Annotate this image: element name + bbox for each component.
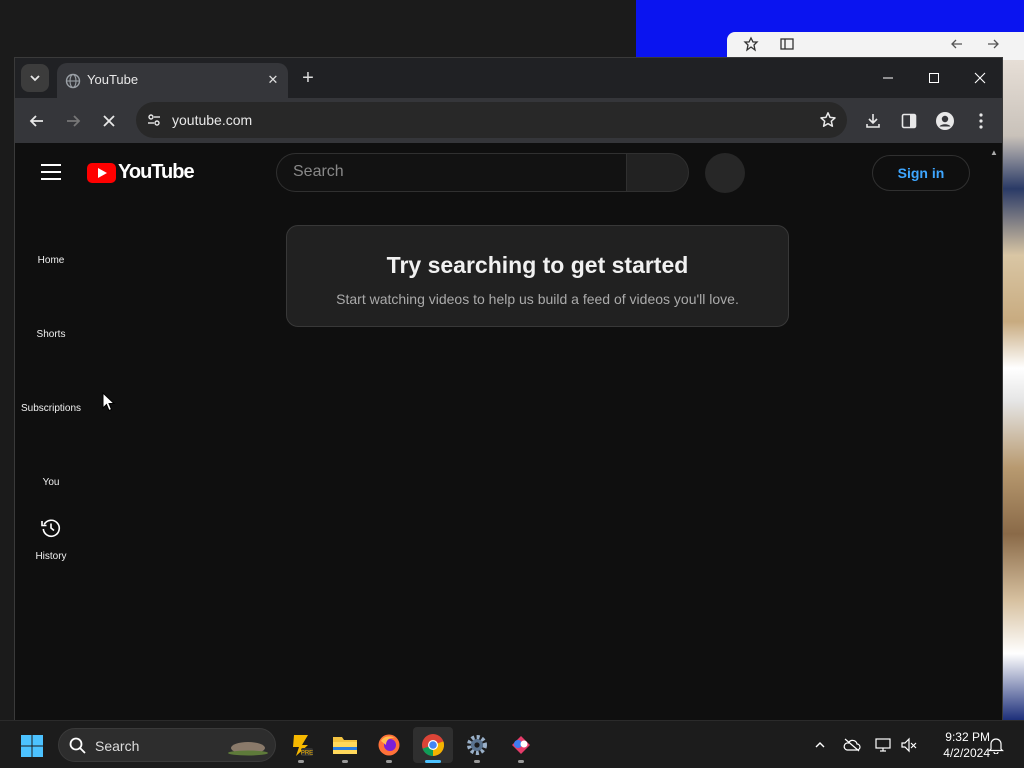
mouse-cursor-icon bbox=[102, 392, 116, 412]
taskbar-app-settings[interactable] bbox=[457, 727, 497, 763]
title-bar: YouTube ✕ + bbox=[15, 58, 1002, 98]
forward-button[interactable] bbox=[60, 108, 86, 134]
search-input[interactable] bbox=[293, 163, 613, 181]
empty-feed-prompt: Try searching to get started Start watch… bbox=[286, 225, 789, 327]
search-icon bbox=[69, 737, 86, 754]
clock[interactable]: 9:32 PM 4/2/2024 bbox=[924, 729, 990, 761]
windows-taskbar: Search PRE 9:32 PM 4/2/2024 bbox=[0, 720, 1024, 768]
paint-app-icon bbox=[512, 736, 530, 754]
voice-search-button[interactable] bbox=[705, 153, 745, 193]
network-icon[interactable] bbox=[874, 735, 894, 755]
youtube-wordmark: YouTube bbox=[118, 161, 195, 183]
prompt-subtitle: Start watching videos to help us build a… bbox=[336, 291, 739, 307]
profile-icon[interactable] bbox=[932, 108, 958, 134]
bookmark-star-icon[interactable] bbox=[817, 109, 839, 131]
chrome-icon bbox=[422, 734, 445, 756]
scroll-up-arrow-icon[interactable]: ▲ bbox=[990, 148, 998, 157]
search-button[interactable] bbox=[626, 153, 689, 192]
nav-label: Home bbox=[37, 255, 65, 266]
nav-item-subscriptions[interactable]: Subscriptions bbox=[15, 398, 87, 416]
background-window-strip bbox=[1003, 56, 1024, 720]
onedrive-offline-icon[interactable] bbox=[842, 735, 862, 755]
extension-icon[interactable] bbox=[741, 36, 761, 56]
prompt-title: Try searching to get started bbox=[386, 252, 689, 278]
search-box[interactable] bbox=[276, 153, 626, 192]
side-panel-icon[interactable] bbox=[896, 108, 922, 134]
back-arrow-icon bbox=[29, 115, 43, 127]
guide-menu-icon[interactable] bbox=[41, 164, 61, 180]
sign-in-label: Sign in bbox=[897, 165, 945, 181]
search-highlight-art-icon bbox=[228, 742, 268, 756]
tab-search-button[interactable] bbox=[21, 64, 49, 92]
youtube-play-icon bbox=[87, 162, 116, 183]
close-tab-icon[interactable]: ✕ bbox=[264, 71, 282, 89]
chevron-up-icon[interactable] bbox=[810, 735, 830, 755]
taskbar-app-firefox[interactable] bbox=[369, 727, 409, 763]
chevron-down-icon bbox=[30, 75, 40, 82]
youtube-page: YouTube Sign in ▲ Home Shorts Subscripti… bbox=[15, 144, 1002, 720]
downloads-icon[interactable] bbox=[860, 108, 886, 134]
nav-item-you[interactable]: You bbox=[15, 472, 87, 490]
taskbar-app-file-explorer[interactable] bbox=[325, 727, 365, 763]
windows-start-icon[interactable] bbox=[20, 734, 44, 758]
sign-in-button[interactable]: Sign in bbox=[872, 155, 970, 191]
running-indicator bbox=[474, 760, 480, 763]
address-bar[interactable]: youtube.com bbox=[136, 102, 847, 138]
taskbar-search[interactable]: Search bbox=[58, 728, 276, 762]
taskbar-app-paint[interactable] bbox=[501, 727, 541, 763]
nav-label: Shorts bbox=[36, 329, 66, 340]
clock-time: 9:32 PM bbox=[945, 730, 990, 744]
loading-globe-icon bbox=[65, 73, 81, 89]
nav-item-home[interactable]: Home bbox=[15, 250, 87, 268]
folder-icon bbox=[333, 737, 357, 754]
running-indicator bbox=[342, 760, 348, 763]
site-info-icon[interactable] bbox=[143, 109, 165, 131]
nav-label: You bbox=[42, 477, 60, 488]
back-arrow-icon[interactable] bbox=[947, 36, 967, 56]
minimize-button[interactable] bbox=[868, 66, 908, 90]
tab-title: YouTube bbox=[87, 72, 139, 87]
youtube-logo[interactable]: YouTube bbox=[87, 161, 195, 184]
new-tab-icon[interactable]: + bbox=[297, 67, 319, 89]
running-indicator bbox=[518, 760, 524, 763]
gear-icon bbox=[467, 735, 487, 755]
volume-muted-icon[interactable] bbox=[899, 735, 919, 755]
tab-youtube[interactable]: YouTube ✕ bbox=[57, 63, 288, 98]
running-indicator bbox=[298, 760, 304, 763]
history-icon bbox=[41, 519, 61, 538]
browser-toolbar: youtube.com bbox=[15, 98, 1002, 143]
notification-bell-icon[interactable] bbox=[986, 735, 1006, 755]
maximize-button[interactable] bbox=[914, 66, 954, 90]
back-button[interactable] bbox=[24, 108, 50, 134]
stop-loading-button[interactable] bbox=[96, 108, 122, 134]
taskbar-app-pre[interactable]: PRE bbox=[281, 727, 321, 763]
background-browser-window[interactable] bbox=[727, 32, 1024, 60]
running-indicator bbox=[425, 760, 441, 763]
nav-item-shorts[interactable]: Shorts bbox=[15, 324, 87, 342]
url-text[interactable]: youtube.com bbox=[172, 112, 252, 128]
forward-arrow-icon[interactable] bbox=[983, 36, 1003, 56]
clock-date: 4/2/2024 bbox=[943, 746, 990, 760]
taskbar-search-label: Search bbox=[95, 738, 140, 754]
menu-kebab-icon[interactable] bbox=[968, 108, 994, 134]
yellow-app-icon: PRE bbox=[293, 735, 313, 757]
chrome-window: YouTube ✕ + youtube.com YouTube Search S… bbox=[14, 57, 1003, 720]
svg-text:PRE: PRE bbox=[301, 751, 313, 757]
taskbar-app-chrome[interactable] bbox=[413, 727, 453, 763]
close-window-button[interactable] bbox=[960, 66, 1000, 90]
nav-label: History bbox=[35, 551, 67, 562]
forward-arrow-icon bbox=[67, 115, 81, 127]
nav-label: Subscriptions bbox=[20, 403, 82, 414]
sidebar-icon[interactable] bbox=[777, 36, 797, 56]
running-indicator bbox=[386, 760, 392, 763]
nav-item-history[interactable]: History bbox=[15, 516, 87, 564]
firefox-icon bbox=[378, 734, 400, 756]
close-icon bbox=[103, 115, 115, 127]
